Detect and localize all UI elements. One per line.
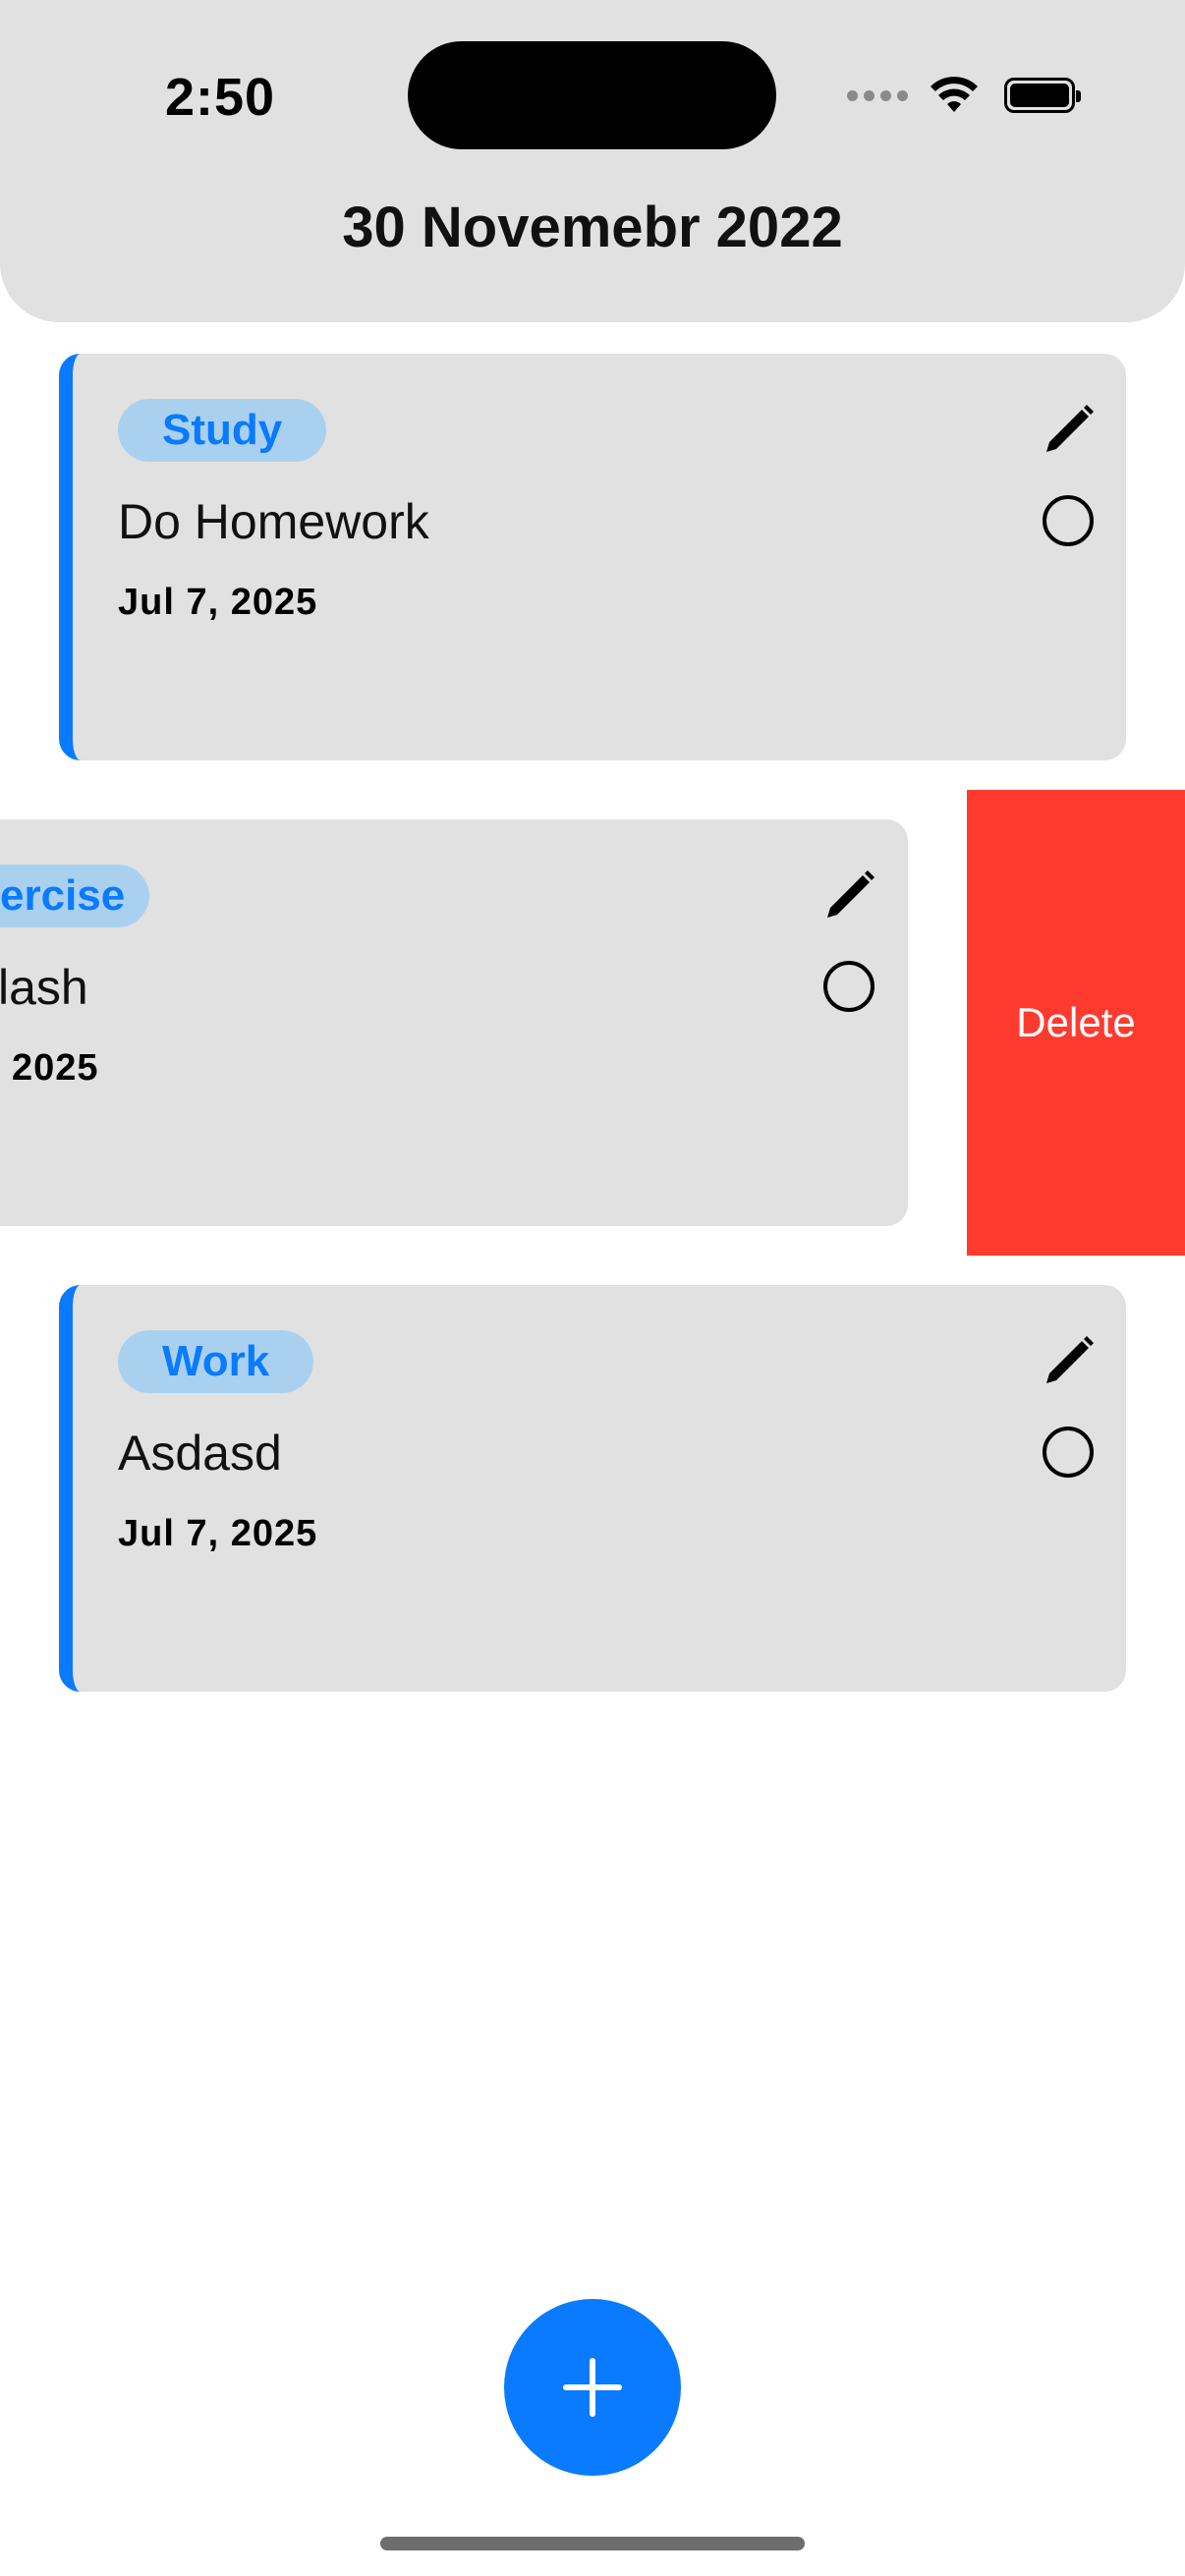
- task-card[interactable]: Work Asdasd Jul 7, 2025: [59, 1285, 1126, 1692]
- cellular-signal-icon: [847, 89, 908, 101]
- task-card[interactable]: Study Do Homework Jul 7, 2025: [59, 354, 1126, 760]
- page-title: 30 Novemebr 2022: [342, 196, 843, 259]
- home-indicator[interactable]: [380, 2537, 805, 2550]
- category-tag: ercise: [0, 865, 150, 927]
- task-title: Asdasd: [118, 1426, 282, 1481]
- category-tag: Work: [118, 1330, 314, 1393]
- status-icons: [847, 71, 1081, 120]
- task-title: lash: [0, 960, 88, 1015]
- status-time: 2:50: [165, 68, 276, 127]
- circle-icon[interactable]: [1041, 1425, 1096, 1480]
- screen: 2:50 30 Novemebr 2022 Study Do Homework …: [0, 0, 1185, 2576]
- task-date: Jul 7, 2025: [118, 1513, 318, 1554]
- pencil-icon[interactable]: [821, 868, 876, 924]
- wifi-icon: [931, 77, 978, 112]
- dynamic-island: [408, 41, 776, 149]
- circle-icon[interactable]: [821, 959, 876, 1014]
- circle-icon[interactable]: [1041, 493, 1096, 548]
- task-date: 2025: [12, 1047, 99, 1089]
- delete-label: Delete: [1016, 999, 1136, 1045]
- task-card[interactable]: ercise lash 2025: [0, 819, 908, 1226]
- delete-button[interactable]: Delete: [967, 790, 1185, 1256]
- task-title: Do Homework: [118, 494, 429, 549]
- plus-icon: [563, 2358, 622, 2417]
- battery-icon: [1004, 78, 1081, 113]
- add-task-button[interactable]: [504, 2299, 681, 2476]
- pencil-icon[interactable]: [1041, 1334, 1096, 1389]
- pencil-icon[interactable]: [1041, 403, 1096, 458]
- category-tag: Study: [118, 399, 327, 462]
- header: 2:50 30 Novemebr 2022: [0, 0, 1185, 322]
- task-date: Jul 7, 2025: [118, 582, 318, 623]
